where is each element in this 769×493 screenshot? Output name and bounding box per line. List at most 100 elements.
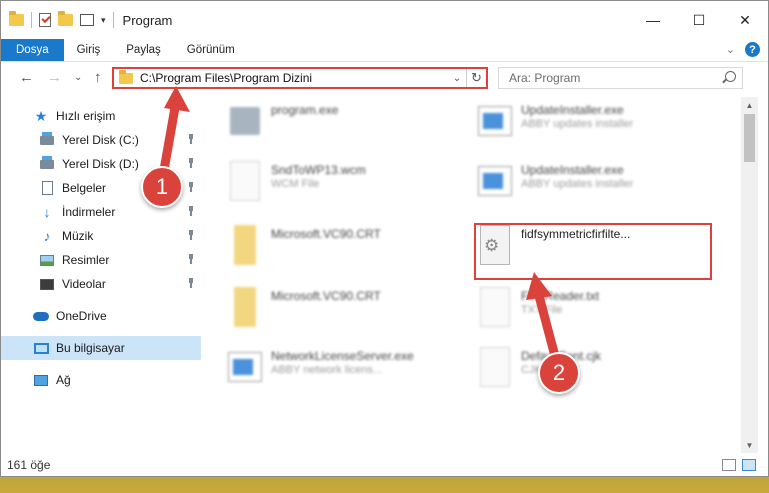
sidebar-item-label: İndirmeler [62,205,116,219]
pin-icon[interactable] [187,254,195,264]
navigation-bar: ← → ⌄ ↑ C:\Program Files\Program Dizini … [1,63,768,93]
list-item[interactable]: UpdateInstaller.exe ABBY updates installe… [477,99,633,143]
file-name: UpdateInstaller.exe [521,163,624,177]
installer-file-icon [478,106,512,136]
navigation-pane: ★ Hızlı erişim Yerel Disk (C:) Yerel Dis… [1,97,201,453]
sidebar-item-this-pc[interactable]: Bu bilgisayar [1,336,201,360]
sidebar-item-pictures[interactable]: Resimler [1,248,201,272]
ribbon-right-controls: ⌄ ? [726,42,760,57]
network-icon [33,373,49,387]
list-item[interactable]: NetworkLicenseServer.exe ABBY network lic… [227,345,414,389]
view-properties-icon[interactable] [80,14,94,26]
list-item[interactable]: program.exe [227,99,338,143]
file-description: WCM File [271,178,320,190]
close-button[interactable]: ✕ [722,1,768,39]
folder-icon [234,225,256,265]
tiles-view-icon[interactable] [742,459,756,471]
back-arrow-icon[interactable]: ← [19,69,34,86]
vertical-scrollbar[interactable]: ▲ ▼ [741,97,758,453]
list-item[interactable]: SndToWP13.wcm WCM File [227,159,366,203]
sidebar-item-label: Resimler [62,253,110,267]
pin-icon[interactable] [187,134,195,144]
up-arrow-icon[interactable]: ↑ [94,69,102,86]
new-folder-icon[interactable] [58,11,73,26]
folder-icon [234,287,256,327]
divider [112,12,114,28]
recent-locations-chevron-icon[interactable]: ⌄ [74,72,82,83]
details-view-icon[interactable] [722,459,736,471]
pin-icon[interactable] [187,230,195,240]
sidebar-item-videos[interactable]: Videolar [1,272,201,296]
file-description: ABBY network licens... [271,364,383,376]
sidebar-item-onedrive[interactable]: OneDrive [1,304,201,328]
computer-icon [33,341,49,355]
title-bar: ▾ Program — ☐ ✕ [1,1,768,39]
pin-icon[interactable] [187,206,195,216]
sidebar-item-label: Hızlı erişim [56,109,116,123]
list-item[interactable]: UpdateInstaller.exe ABBY updates installe… [477,159,633,203]
refresh-icon[interactable]: ↻ [466,69,486,87]
pin-icon[interactable] [187,278,195,288]
properties-check-icon[interactable] [39,13,51,27]
divider [31,12,32,28]
pin-icon[interactable] [187,158,195,168]
scroll-down-arrow-icon[interactable]: ▼ [741,437,758,453]
music-icon: ♪ [43,228,51,244]
folder-icon [9,11,24,26]
target-file-highlight [474,223,712,280]
tab-view[interactable]: Görünüm [174,39,248,61]
tab-file[interactable]: Dosya [1,39,64,61]
list-item[interactable]: Microsoft.VC90.CRT [227,285,381,329]
sidebar-item-music[interactable]: ♪ Müzik [1,224,201,248]
address-path[interactable]: C:\Program Files\Program Dizini [140,71,448,85]
minimize-button[interactable]: — [630,1,676,39]
address-bar[interactable]: C:\Program Files\Program Dizini ⌄ ↻ [112,67,488,89]
scroll-up-arrow-icon[interactable]: ▲ [741,97,758,113]
file-name: Microsoft.VC90.CRT [271,227,381,241]
status-bar: 161 öğe [1,453,768,476]
file-description: TXT File [521,304,563,316]
pin-icon[interactable] [187,182,195,192]
videos-icon [39,277,55,291]
sidebar-item-label: Bu bilgisayar [56,341,125,355]
sidebar-item-local-disk-c[interactable]: Yerel Disk (C:) [1,128,201,152]
executable-file-icon [230,107,260,135]
maximize-button[interactable]: ☐ [676,1,722,39]
file-name: SndToWP13.wcm [271,163,366,177]
installer-file-icon [228,352,262,382]
cloud-icon [33,309,49,323]
sidebar-item-quick-access[interactable]: ★ Hızlı erişim [1,104,201,128]
star-icon: ★ [34,107,48,124]
explorer-window: ▾ Program — ☐ ✕ Dosya Giriş Paylaş Görün… [0,0,769,477]
customize-toolbar-chevron-icon[interactable]: ▾ [101,15,106,26]
download-icon: ↓ [43,204,51,220]
ribbon-tabs: Dosya Giriş Paylaş Görünüm ⌄ ? [1,39,768,62]
search-placeholder: Ara: Program [509,71,581,85]
file-description: ABBY updates installer [521,118,634,130]
sidebar-item-network[interactable]: Ağ [1,368,201,392]
callout-step-1: 1 [141,166,183,208]
sidebar-item-label: Belgeler [62,181,107,195]
generic-file-icon [480,287,510,327]
expand-ribbon-chevron-icon[interactable]: ⌄ [726,43,735,56]
sidebar-item-label: OneDrive [56,309,107,323]
tab-home[interactable]: Giriş [64,39,114,61]
sidebar-item-label: Müzik [62,229,94,243]
address-dropdown-chevron-icon[interactable]: ⌄ [448,73,466,84]
scrollbar-thumb[interactable] [744,114,755,162]
item-count: 161 öğe [7,458,51,472]
sidebar-item-label: Yerel Disk (D:) [62,157,139,171]
generic-file-icon [480,347,510,387]
file-name: FineReader.txt [521,289,600,303]
tab-share[interactable]: Paylaş [113,39,174,61]
file-description: ABBY updates installer [521,178,634,190]
help-icon[interactable]: ? [745,42,760,57]
file-name: program.exe [271,103,339,117]
forward-arrow-icon[interactable]: → [47,69,62,86]
search-input[interactable]: Ara: Program [498,67,743,89]
search-icon[interactable] [725,71,736,82]
sidebar-item-label: Videolar [62,277,106,291]
list-item[interactable]: Microsoft.VC90.CRT [227,223,381,267]
list-item[interactable]: FineReader.txt TXT File [477,285,599,329]
file-name: NetworkLicenseServer.exe [271,349,414,363]
